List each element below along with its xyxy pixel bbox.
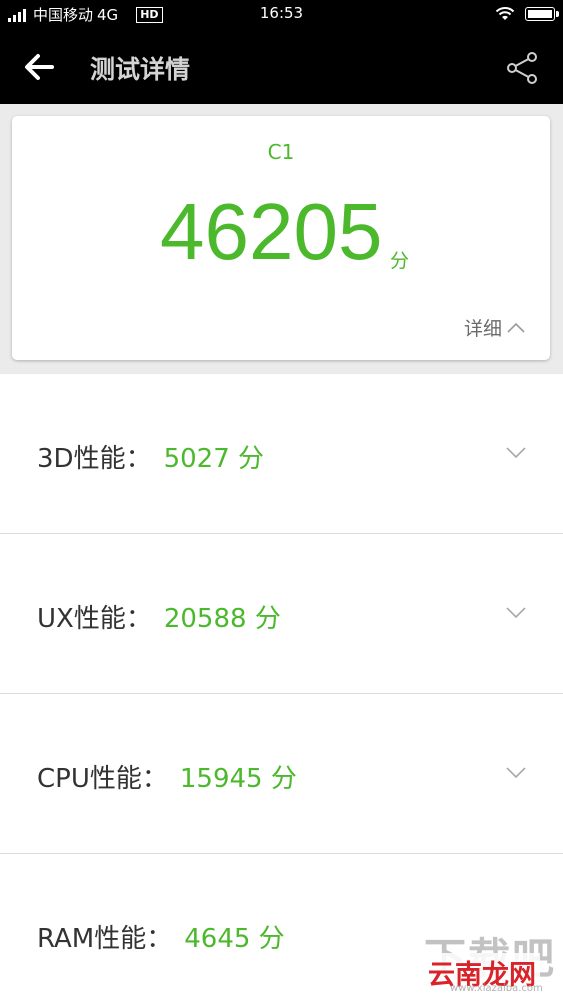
chevron-up-icon: [507, 322, 525, 333]
score-unit: 分: [390, 250, 410, 272]
chevron-down-icon: [506, 767, 526, 779]
perf-name: CPU性能：: [37, 764, 168, 794]
detail-toggle[interactable]: 详细: [464, 314, 526, 341]
app-bar: 测试详情: [0, 28, 563, 104]
perf-score: 4645 分: [184, 924, 285, 954]
status-bar: 中国移动 4G HD 16:53: [0, 0, 563, 28]
perf-score: 5027 分: [163, 444, 265, 474]
perf-name: UX性能：: [37, 604, 152, 634]
page-title: 测试详情: [90, 55, 191, 84]
share-icon[interactable]: [502, 48, 542, 88]
perf-label: 3D性能： 5027 分: [37, 438, 264, 475]
back-arrow-icon[interactable]: [22, 52, 56, 82]
perf-name: 3D性能：: [37, 444, 152, 474]
perf-row-ux[interactable]: UX性能： 20588 分: [0, 534, 563, 694]
perf-label: UX性能： 20588 分: [37, 598, 281, 635]
chevron-down-icon: [506, 447, 526, 459]
total-score: 46205: [160, 187, 383, 276]
perf-name: RAM性能：: [37, 924, 173, 954]
perf-label: CPU性能： 15945 分: [37, 758, 297, 795]
battery-icon: [525, 6, 559, 21]
status-right: [495, 6, 559, 21]
chevron-down-icon: [506, 607, 526, 619]
perf-score: 20588 分: [163, 604, 281, 634]
score-card: C1 46205 分 详细: [12, 116, 550, 360]
summary-area: C1 46205 分 详细: [0, 104, 563, 374]
perf-score: 15945 分: [179, 764, 297, 794]
wifi-icon: [495, 7, 515, 20]
perf-label: RAM性能： 4645 分: [37, 918, 285, 955]
device-name: C1: [267, 140, 295, 164]
status-time: 16:53: [259, 4, 304, 22]
detail-label: 详细: [464, 318, 503, 340]
perf-row-3d[interactable]: 3D性能： 5027 分: [0, 374, 563, 534]
perf-row-ram[interactable]: RAM性能： 4645 分: [0, 854, 563, 1000]
perf-row-cpu[interactable]: CPU性能： 15945 分: [0, 694, 563, 854]
